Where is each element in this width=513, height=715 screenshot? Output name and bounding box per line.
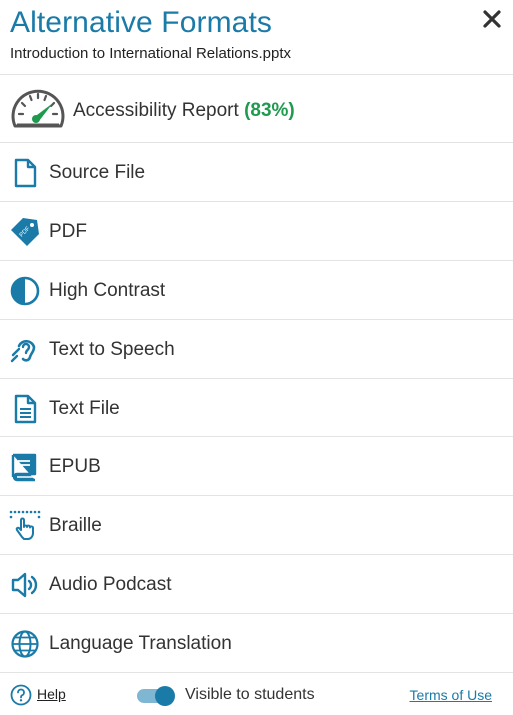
format-label: PDF xyxy=(49,221,87,242)
format-label: EPUB xyxy=(49,456,101,477)
visible-to-students-label: Visible to students xyxy=(185,686,315,703)
book-icon xyxy=(11,453,37,482)
accessibility-report-item[interactable]: Accessibility Report (83%) xyxy=(0,75,513,143)
format-item-pdf[interactable]: PDF PDF xyxy=(0,202,513,261)
hearing-icon xyxy=(10,339,36,363)
gauge-icon xyxy=(11,89,65,128)
file-icon xyxy=(14,158,37,188)
close-icon[interactable] xyxy=(481,8,503,30)
format-item-language-translation[interactable]: Language Translation xyxy=(0,614,513,673)
format-label: Source File xyxy=(49,162,146,183)
help-link[interactable]: Help xyxy=(37,686,66,702)
format-item-source-file[interactable]: Source File xyxy=(0,143,513,202)
format-label: Audio Podcast xyxy=(49,574,172,595)
format-label: Text to Speech xyxy=(49,339,175,360)
report-text: Accessibility Report xyxy=(73,100,239,121)
report-label: Accessibility Report (83%) xyxy=(73,100,295,122)
globe-icon xyxy=(11,630,39,658)
format-label: High Contrast xyxy=(49,280,166,301)
format-item-braille[interactable]: Braille xyxy=(0,496,513,555)
speaker-icon xyxy=(11,572,38,598)
pdf-tag-icon: PDF xyxy=(11,218,39,246)
text-file-icon xyxy=(14,394,37,424)
format-item-text-file[interactable]: Text File xyxy=(0,379,513,437)
format-item-high-contrast[interactable]: High Contrast xyxy=(0,261,513,320)
footer: Help Visible to students Terms of Use xyxy=(0,673,513,715)
help-icon[interactable] xyxy=(10,684,32,706)
format-item-text-to-speech[interactable]: Text to Speech xyxy=(0,320,513,379)
header: Alternative Formats Introduction to Inte… xyxy=(0,0,513,75)
report-score: (83%) xyxy=(244,100,295,121)
format-label: Braille xyxy=(49,515,102,536)
terms-of-use-link[interactable]: Terms of Use xyxy=(410,687,492,703)
file-name: Introduction to International Relations.… xyxy=(10,45,292,62)
format-item-epub[interactable]: EPUB xyxy=(0,437,513,496)
format-item-audio-podcast[interactable]: Audio Podcast xyxy=(0,555,513,614)
toggle-knob xyxy=(155,686,175,706)
panel-title: Alternative Formats xyxy=(10,6,272,39)
visible-to-students-toggle[interactable] xyxy=(137,685,175,706)
contrast-icon xyxy=(10,276,40,306)
format-label: Text File xyxy=(49,398,120,419)
braille-hand-icon xyxy=(9,510,41,540)
format-label: Language Translation xyxy=(49,633,232,654)
